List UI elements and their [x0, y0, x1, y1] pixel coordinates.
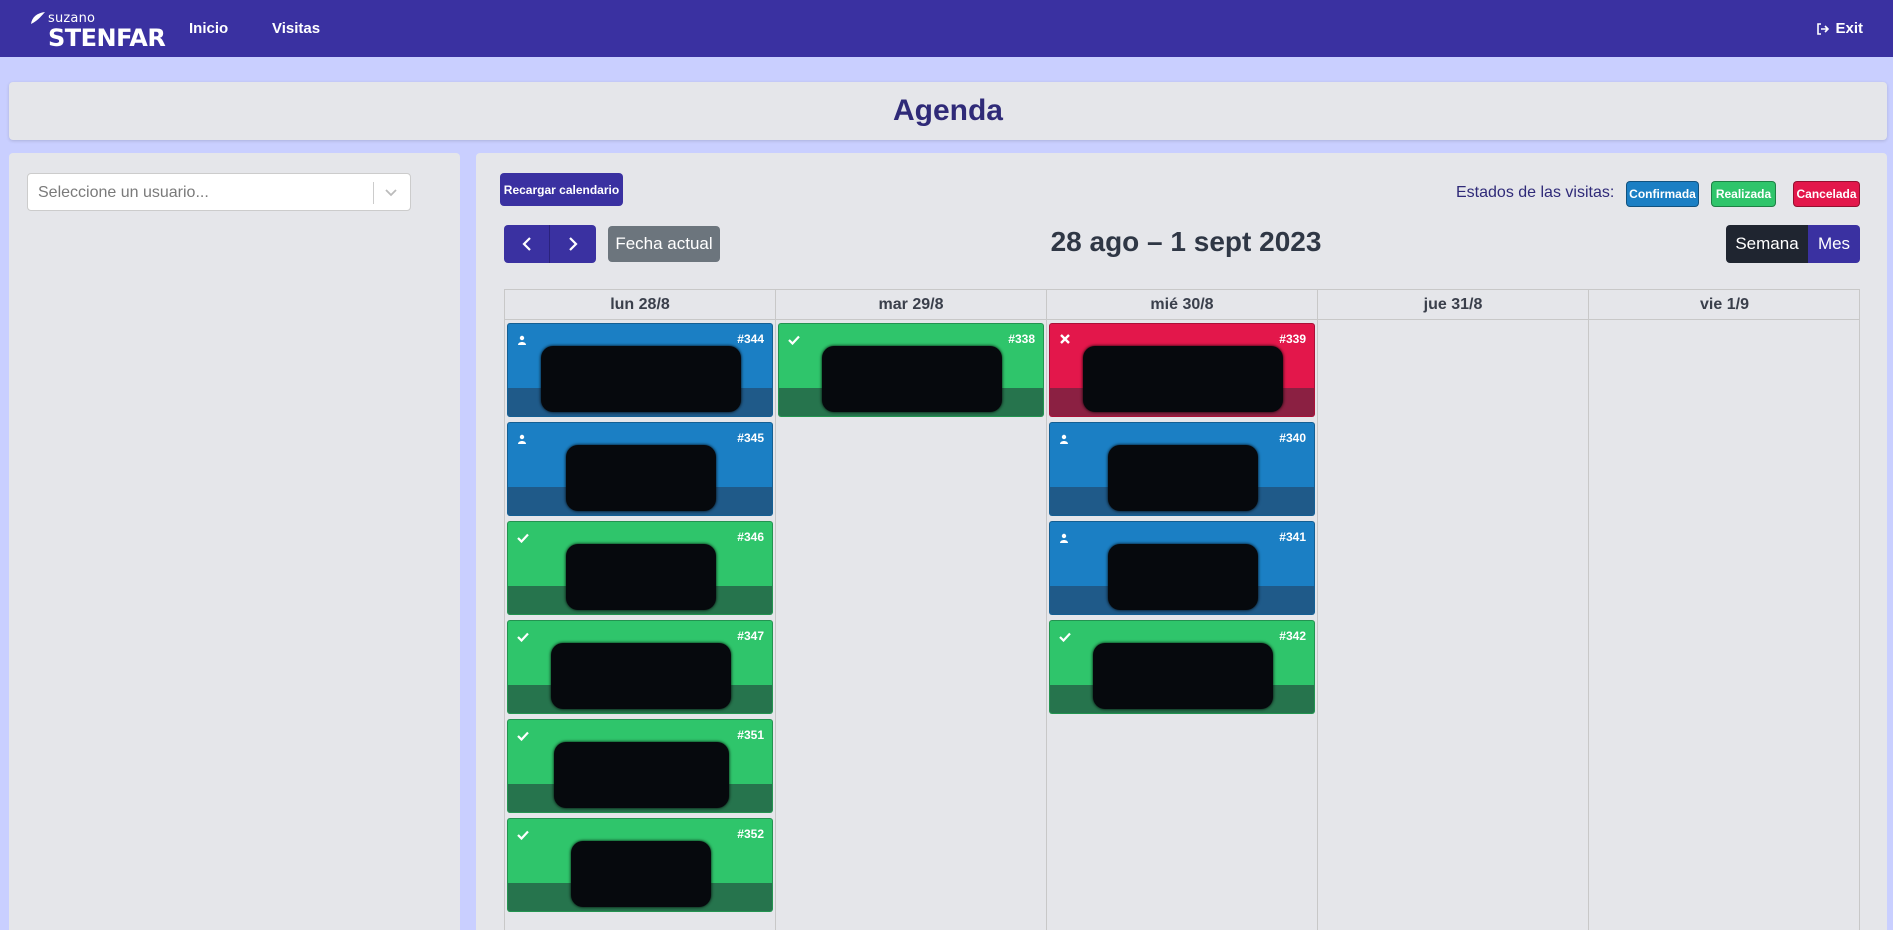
- chevron-right-icon: [569, 237, 578, 251]
- leaf-icon: [31, 12, 45, 24]
- reload-calendar-button[interactable]: Recargar calendario: [500, 173, 623, 206]
- day-column[interactable]: mar 29/8 #338: [776, 290, 1047, 930]
- event-number: #352: [737, 827, 764, 841]
- event-card[interactable]: #339: [1049, 323, 1315, 417]
- select-separator: [373, 182, 374, 204]
- redacted-content: [553, 742, 729, 808]
- user-icon: [1059, 530, 1069, 548]
- chevron-down-icon[interactable]: [382, 183, 400, 201]
- redacted-content: [566, 445, 716, 511]
- view-mes-button[interactable]: Mes: [1808, 225, 1860, 263]
- redacted-content: [1093, 643, 1273, 709]
- close-icon: [1059, 332, 1071, 350]
- nav-link-visitas[interactable]: Visitas: [272, 20, 320, 37]
- event-card[interactable]: #346: [507, 521, 773, 615]
- redacted-content: [1083, 346, 1283, 412]
- event-card[interactable]: #352: [507, 818, 773, 912]
- event-number: #351: [737, 728, 764, 742]
- user-icon: [517, 332, 527, 350]
- status-legend-label: Estados de las visitas:: [1456, 184, 1615, 201]
- event-number: #346: [737, 530, 764, 544]
- event-card[interactable]: #347: [507, 620, 773, 714]
- logo-big-text: STENFAR: [48, 24, 166, 52]
- day-header: mar 29/8: [776, 290, 1046, 320]
- week-calendar: lun 28/8 #344 #345 #346 #347 #351 #352 mar 29/8…: [504, 289, 1860, 930]
- today-button[interactable]: Fecha actual: [608, 226, 720, 262]
- event-card[interactable]: #341: [1049, 521, 1315, 615]
- day-column[interactable]: lun 28/8 #344 #345 #346 #347 #351 #352: [505, 290, 776, 930]
- redacted-content: [1108, 544, 1258, 610]
- week-nav-group: [504, 225, 596, 263]
- event-card[interactable]: #342: [1049, 620, 1315, 714]
- calendar-panel: Recargar calendario Estados de las visit…: [476, 153, 1887, 930]
- event-number: #339: [1279, 332, 1306, 346]
- user-icon: [517, 431, 527, 449]
- event-card[interactable]: #345: [507, 422, 773, 516]
- event-number: #338: [1008, 332, 1035, 346]
- day-column[interactable]: jue 31/8: [1318, 290, 1589, 930]
- page-title: Agenda: [892, 94, 1003, 127]
- exit-icon: [1817, 22, 1830, 35]
- day-header: vie 1/9: [1589, 290, 1860, 320]
- prev-week-button[interactable]: [504, 225, 550, 263]
- redacted-content: [1108, 445, 1258, 511]
- status-badge-cancelada: Cancelada: [1793, 181, 1860, 207]
- nav-link-inicio[interactable]: Inicio: [189, 20, 228, 37]
- check-icon: [517, 827, 529, 845]
- status-badge-realizada: Realizada: [1711, 181, 1776, 207]
- event-number: #344: [737, 332, 764, 346]
- status-badge-confirmada: Confirmada: [1626, 181, 1699, 207]
- redacted-content: [571, 841, 711, 907]
- top-navbar: suzano STENFAR Inicio Visitas Exit: [0, 0, 1893, 57]
- event-number: #342: [1279, 629, 1306, 643]
- logo[interactable]: suzano STENFAR: [30, 10, 166, 52]
- view-semana-button[interactable]: Semana: [1726, 225, 1808, 263]
- check-icon: [788, 332, 800, 350]
- event-card[interactable]: #344: [507, 323, 773, 417]
- event-card[interactable]: #351: [507, 719, 773, 813]
- user-select[interactable]: Seleccione un usuario...: [27, 173, 411, 211]
- event-number: #341: [1279, 530, 1306, 544]
- day-column[interactable]: vie 1/9: [1589, 290, 1860, 930]
- redacted-content: [541, 346, 741, 412]
- check-icon: [517, 629, 529, 647]
- next-week-button[interactable]: [550, 225, 596, 263]
- exit-label: Exit: [1835, 20, 1863, 37]
- day-column[interactable]: mié 30/8 #339 #340 #341 #342: [1047, 290, 1318, 930]
- event-number: #340: [1279, 431, 1306, 445]
- event-card[interactable]: #338: [778, 323, 1044, 417]
- user-icon: [1059, 431, 1069, 449]
- event-number: #345: [737, 431, 764, 445]
- exit-button[interactable]: Exit: [1816, 20, 1863, 37]
- day-header: mié 30/8: [1047, 290, 1317, 320]
- view-toggle-group: Semana Mes: [1726, 225, 1860, 263]
- event-number: #347: [737, 629, 764, 643]
- check-icon: [517, 728, 529, 746]
- redacted-content: [822, 346, 1002, 412]
- redacted-content: [566, 544, 716, 610]
- page-title-card: Agenda: [9, 82, 1887, 140]
- date-range-title: 28 ago – 1 sept 2023: [1050, 226, 1322, 257]
- check-icon: [1059, 629, 1071, 647]
- day-header: jue 31/8: [1318, 290, 1588, 320]
- day-header: lun 28/8: [505, 290, 775, 320]
- event-card[interactable]: #340: [1049, 422, 1315, 516]
- redacted-content: [551, 643, 731, 709]
- chevron-left-icon: [521, 237, 531, 251]
- check-icon: [517, 530, 529, 548]
- user-select-placeholder: Seleccione un usuario...: [38, 184, 209, 201]
- sidebar-panel: Seleccione un usuario...: [9, 153, 460, 930]
